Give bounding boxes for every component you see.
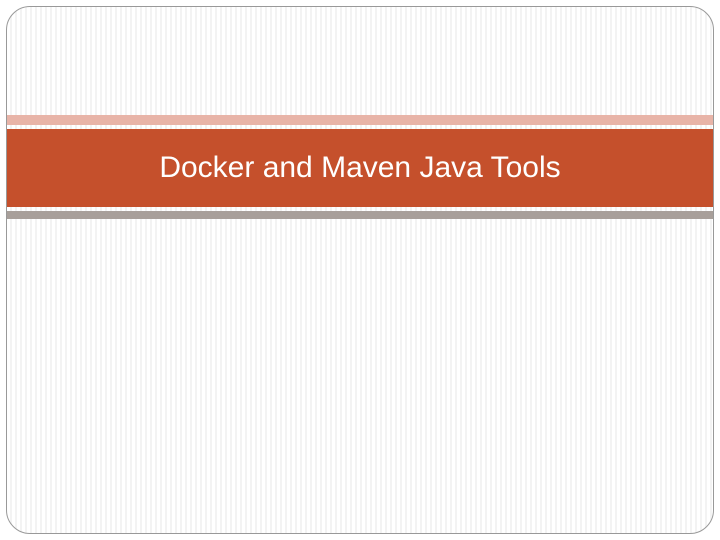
accent-bar-bottom <box>7 211 713 219</box>
title-band: Docker and Maven Java Tools <box>7 129 713 207</box>
slide-title: Docker and Maven Java Tools <box>159 151 560 185</box>
accent-bar-top <box>7 115 713 125</box>
slide-frame: Docker and Maven Java Tools <box>6 6 714 534</box>
